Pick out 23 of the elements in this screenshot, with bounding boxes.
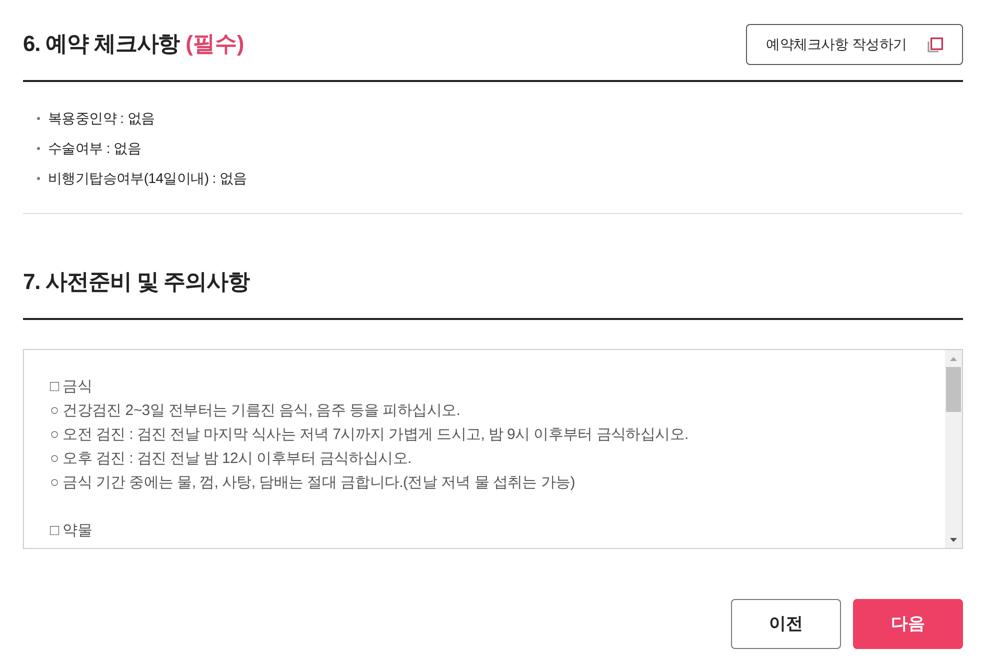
- required-label: (필수): [186, 31, 244, 58]
- notice-line: ○ 오전 검진 : 검진 전날 마지막 식사는 저녁 7시까지 가볍게 드시고, 밤 9시 이후부터 금식하십시오.: [50, 425, 688, 445]
- answer-text: 복용중인약 : 없음: [48, 108, 155, 128]
- answer-text: 수술여부 : 없음: [48, 138, 141, 158]
- notice-line: ○ 금식 기간 중에는 물, 껌, 사탕, 담배는 절대 금합니다.(전날 저녁 물 섭취는 가능): [50, 473, 575, 493]
- notice-line: ○ 오후 검진 : 검진 전날 밤 12시 이후부터 금식하십시오.: [50, 449, 412, 469]
- scroll-down-arrow-icon[interactable]: [950, 538, 957, 542]
- notice-heading: □ 약물: [50, 521, 92, 541]
- bullet-icon: [37, 116, 40, 120]
- notice-line: ○ 건강검진 2~3일 전부터는 기름진 음식, 음주 등을 피하십시오.: [50, 401, 460, 421]
- copy-icon: [926, 36, 943, 52]
- bullet-icon: [37, 176, 40, 180]
- section-title: 7. 사전준비 및 주의사항: [23, 269, 250, 296]
- bullet-icon: [37, 146, 40, 150]
- scrollbar-thumb[interactable]: [946, 367, 961, 412]
- notice-textarea[interactable]: □ 금식 ○ 건강검진 2~3일 전부터는 기름진 음식, 음주 등을 피하십시오. ○ 오전 검진 : 검진 전날 마지막 식사는 저녁 7시까지 가볍게 드시고, 밤 9시 이후부터 금식하십시오. ○ 오후 검진 : 검진 전날 밤 12시 이후부터 금식하십시오. ○ 금식 기간 중에는 물, 껌, 사탕, 담배는 절대 금합니다.(전날 저녁 물 섭취는 가능) □ 약물: [23, 349, 963, 549]
- section-title: 6. 예약 체크사항: [23, 31, 180, 58]
- next-button[interactable]: 다음: [853, 599, 963, 649]
- write-checklist-button[interactable]: 예약체크사항 작성하기: [746, 24, 963, 65]
- answer-text: 비행기탑승여부(14일이내) : 없음: [48, 168, 247, 188]
- previous-button[interactable]: 이전: [731, 599, 841, 649]
- notice-heading: □ 금식: [50, 377, 92, 397]
- scroll-up-arrow-icon[interactable]: [950, 356, 957, 360]
